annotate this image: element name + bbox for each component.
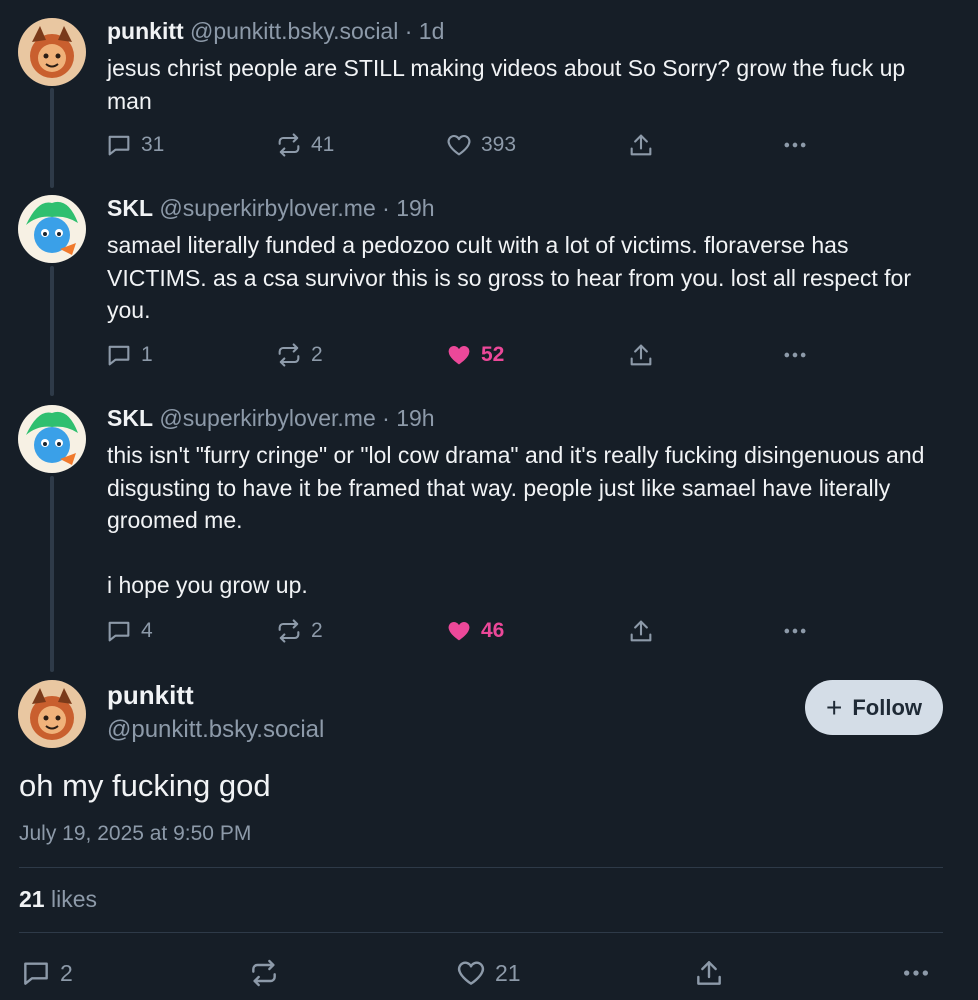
repost-arrows-icon — [278, 619, 300, 643]
more-options-button[interactable] — [781, 130, 809, 160]
heart-icon — [447, 134, 471, 156]
share-upload-icon — [630, 344, 652, 366]
ellipsis-icon — [784, 352, 806, 358]
post-paragraph: i hope you grow up. — [107, 572, 308, 598]
share-upload-icon — [630, 620, 652, 642]
like-button[interactable]: 52 — [445, 340, 504, 370]
author-name[interactable]: SKL — [107, 405, 153, 431]
likes-summary-count: 21 — [19, 886, 45, 912]
divider — [19, 867, 943, 868]
share-button[interactable] — [627, 340, 655, 370]
meta-separator: · — [382, 195, 390, 221]
more-options-button[interactable] — [781, 616, 809, 646]
heart-icon — [448, 346, 470, 365]
main-post-author-handle[interactable]: @punkitt.bsky.social — [107, 716, 324, 744]
share-button[interactable] — [693, 955, 725, 991]
reply-button[interactable]: 1 — [105, 340, 153, 370]
likes-summary[interactable]: 21 likes — [19, 886, 97, 913]
more-options-button[interactable] — [781, 340, 809, 370]
avatar[interactable] — [18, 195, 86, 263]
divider — [19, 932, 943, 933]
post-paragraph: samael literally funded a pedozoo cult w… — [107, 232, 911, 323]
post-actions: 4 2 46 — [105, 616, 825, 646]
post-paragraph: jesus christ people are STILL making vid… — [107, 55, 906, 114]
speech-bubble-icon — [24, 962, 48, 985]
plus-icon: + — [825, 691, 843, 723]
reply-button[interactable]: 2 — [20, 955, 73, 991]
share-button[interactable] — [627, 130, 655, 160]
heart-icon — [457, 961, 485, 985]
main-post-actions: 2 21 — [0, 955, 978, 991]
repost-count: 2 — [311, 343, 323, 366]
like-count: 52 — [481, 343, 505, 366]
speech-bubble-icon — [108, 135, 130, 156]
post-meta: SKL @superkirbylover.me · 19h — [107, 403, 435, 433]
reply-count: 31 — [141, 133, 165, 156]
reply-count: 2 — [60, 959, 73, 986]
share-upload-icon — [630, 134, 652, 156]
post-text: samael literally funded a pedozoo cult w… — [107, 229, 938, 327]
heart-icon — [448, 622, 470, 641]
repost-count: 41 — [311, 133, 335, 156]
like-count: 46 — [481, 619, 505, 642]
post-time[interactable]: 19h — [396, 405, 434, 431]
likes-summary-label: likes — [50, 886, 97, 912]
meta-separator: · — [404, 18, 413, 44]
author-handle[interactable]: @superkirbylover.me — [159, 405, 375, 431]
post-actions: 1 2 52 — [105, 340, 825, 370]
thread-connector-line — [50, 88, 54, 188]
reply-count: 1 — [141, 343, 153, 366]
post-time[interactable]: 1d — [419, 18, 445, 44]
repost-arrows-icon — [278, 343, 300, 367]
repost-button[interactable] — [248, 955, 280, 991]
avatar[interactable] — [18, 405, 86, 473]
follow-button[interactable]: + Follow — [805, 680, 943, 735]
main-post-text: oh my fucking god — [19, 768, 271, 803]
avatar[interactable] — [18, 18, 86, 86]
speech-bubble-icon — [108, 621, 130, 642]
speech-bubble-icon — [108, 345, 130, 366]
author-handle[interactable]: @superkirbylover.me — [159, 195, 375, 221]
like-count: 21 — [495, 959, 521, 986]
post-actions: 31 41 393 — [105, 130, 825, 160]
author-handle[interactable]: @punkitt.bsky.social — [190, 18, 398, 44]
reply-count: 4 — [141, 619, 153, 642]
repost-arrows-icon — [278, 133, 300, 157]
share-upload-icon — [697, 961, 721, 985]
repost-button[interactable]: 2 — [275, 616, 323, 646]
like-count: 393 — [481, 133, 517, 156]
more-options-button[interactable] — [900, 955, 932, 991]
repost-button[interactable]: 2 — [275, 340, 323, 370]
meta-separator: · — [382, 405, 390, 431]
reply-button[interactable]: 4 — [105, 616, 153, 646]
post-text: this isn't "furry cringe" or "lol cow dr… — [107, 439, 938, 602]
post-paragraph: this isn't "furry cringe" or "lol cow dr… — [107, 442, 925, 533]
follow-button-label: Follow — [852, 694, 922, 720]
main-post-timestamp: July 19, 2025 at 9:50 PM — [19, 822, 252, 845]
post-meta: SKL @superkirbylover.me · 19h — [107, 193, 435, 223]
ellipsis-icon — [784, 142, 806, 148]
author-name[interactable]: SKL — [107, 195, 153, 221]
main-post-author-name[interactable]: punkitt — [107, 680, 194, 711]
like-button[interactable]: 393 — [445, 130, 516, 160]
thread-connector-line — [50, 266, 54, 396]
repost-button[interactable]: 41 — [275, 130, 334, 160]
author-name[interactable]: punkitt — [107, 18, 184, 44]
like-button[interactable]: 46 — [445, 616, 504, 646]
ellipsis-icon — [904, 970, 928, 976]
thread-connector-line — [50, 476, 54, 672]
post-time[interactable]: 19h — [396, 195, 434, 221]
post-text: jesus christ people are STILL making vid… — [107, 52, 938, 117]
main-post-avatar[interactable] — [18, 680, 86, 748]
reply-button[interactable]: 31 — [105, 130, 164, 160]
share-button[interactable] — [627, 616, 655, 646]
ellipsis-icon — [784, 628, 806, 634]
repost-arrows-icon — [252, 959, 276, 987]
post-meta: punkitt @punkitt.bsky.social · 1d — [107, 16, 444, 46]
repost-count: 2 — [311, 619, 323, 642]
like-button[interactable]: 21 — [455, 955, 521, 991]
